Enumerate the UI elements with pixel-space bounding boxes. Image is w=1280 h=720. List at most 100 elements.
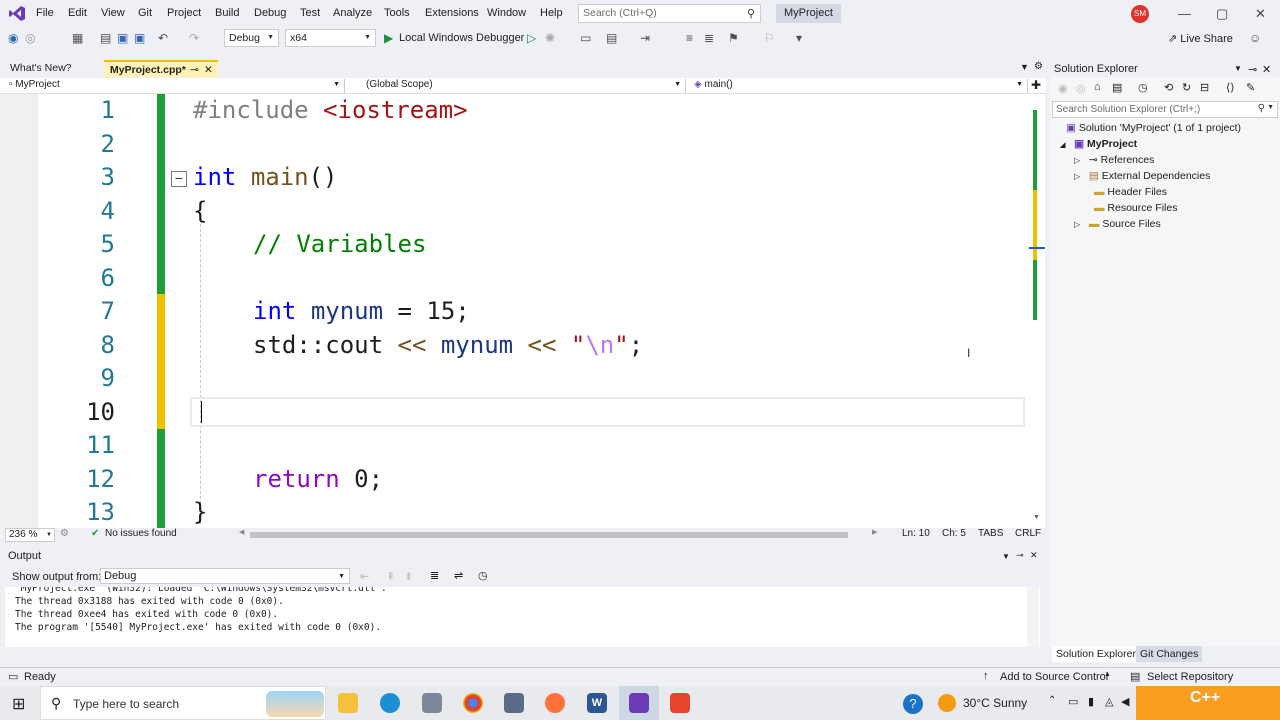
- tab-myproject-cpp[interactable]: MyProject.cpp* ⊸ ✕: [104, 60, 218, 77]
- browse-icon[interactable]: ▭: [580, 31, 591, 45]
- volume-icon[interactable]: ◀: [1121, 695, 1129, 708]
- app-icon[interactable]: [670, 693, 690, 713]
- collapse-all-icon[interactable]: ⊟: [1200, 81, 1209, 94]
- tree-item-header-files[interactable]: ▬ Header Files: [1094, 186, 1167, 198]
- outdent-icon[interactable]: ≣: [704, 31, 714, 45]
- issues-status[interactable]: No issues found: [105, 528, 177, 539]
- calculator-icon[interactable]: [504, 693, 524, 713]
- panel-options-icon[interactable]: ▼: [1234, 64, 1242, 73]
- collapse-icon[interactable]: −: [171, 171, 187, 187]
- debugger-label[interactable]: Local Windows Debugger: [399, 32, 524, 44]
- tab-overflow-icon[interactable]: ▼: [1020, 62, 1029, 72]
- menu-test[interactable]: Test: [300, 7, 320, 19]
- tabs-indicator[interactable]: TABS: [978, 528, 1003, 539]
- tree-item-source-files[interactable]: ▷ ▬ Source Files: [1074, 218, 1161, 230]
- output-text[interactable]: 'MyProject.exe' (Win32): Loaded 'C:\Wind…: [5, 587, 1040, 647]
- menu-extensions[interactable]: Extensions: [425, 7, 479, 19]
- settings-app-icon[interactable]: [422, 693, 442, 713]
- sync-icon[interactable]: ⟲: [1164, 81, 1173, 94]
- menu-view[interactable]: View: [101, 7, 125, 19]
- word-icon[interactable]: W: [587, 693, 607, 713]
- next-message-icon[interactable]: ⇟: [404, 570, 413, 583]
- save-icon[interactable]: ▣: [117, 31, 128, 45]
- bookmark-icon[interactable]: ⚑: [728, 31, 739, 45]
- output-source-dropdown[interactable]: Debug ▼: [100, 568, 350, 584]
- scroll-down-icon[interactable]: ▼: [1033, 514, 1040, 521]
- overflow-icon[interactable]: ▾: [796, 31, 802, 45]
- pin-icon[interactable]: ⊸: [1016, 550, 1024, 561]
- undo-icon[interactable]: ↶: [158, 31, 168, 45]
- menu-help[interactable]: Help: [540, 7, 563, 19]
- save-all-icon[interactable]: ▣: [134, 31, 145, 45]
- file-explorer-icon[interactable]: [338, 693, 358, 713]
- pin-icon[interactable]: ⊸: [190, 64, 199, 76]
- menu-window[interactable]: Window: [487, 7, 526, 19]
- scroll-left-icon[interactable]: ◀: [239, 528, 244, 536]
- prev-message-icon[interactable]: ⇞: [386, 570, 395, 583]
- tab-solution-explorer[interactable]: Solution Explorer: [1052, 646, 1140, 662]
- back-icon[interactable]: ◉: [8, 31, 18, 45]
- switch-views-icon[interactable]: ▤: [1112, 81, 1122, 94]
- find-message-icon[interactable]: ⇤: [360, 570, 369, 583]
- forward-icon[interactable]: ◎: [1076, 82, 1086, 95]
- eol-indicator[interactable]: CRLF: [1015, 528, 1041, 539]
- taskbar-search-box[interactable]: ⚲ Type here to search: [40, 686, 326, 720]
- forward-icon[interactable]: ◎: [25, 31, 35, 45]
- config-dropdown[interactable]: Debug ▼: [224, 29, 279, 47]
- weather-icon[interactable]: [938, 694, 956, 712]
- output-scrollbar[interactable]: [1027, 587, 1039, 647]
- vertical-scrollbar[interactable]: ▼: [1029, 94, 1045, 524]
- close-icon[interactable]: ✕: [1262, 63, 1271, 76]
- zoom-dropdown[interactable]: 236 % ▼: [5, 528, 55, 542]
- visual-studio-logo-icon[interactable]: [8, 5, 26, 22]
- split-icon[interactable]: ✚: [1031, 78, 1041, 92]
- tray-chevron-icon[interactable]: ⌃: [1048, 695, 1056, 706]
- bookmark-next-icon[interactable]: ⚐: [764, 31, 775, 45]
- menu-git[interactable]: Git: [138, 7, 152, 19]
- menu-analyze[interactable]: Analyze: [333, 7, 372, 19]
- tab-whats-new[interactable]: What's New?: [4, 60, 102, 77]
- word-wrap-icon[interactable]: ⇌: [454, 569, 463, 582]
- settings-icon[interactable]: ⚙: [1034, 61, 1043, 72]
- network-icon[interactable]: ◬: [1105, 695, 1113, 708]
- add-source-control-button[interactable]: Add to Source Control: [1000, 671, 1108, 683]
- platform-dropdown[interactable]: x64 ▼: [285, 29, 376, 47]
- clear-all-icon[interactable]: ≣: [430, 569, 439, 582]
- battery-icon[interactable]: ▮: [1088, 695, 1094, 708]
- taskbar-active-app[interactable]: [619, 686, 659, 720]
- pending-changes-icon[interactable]: ◷: [1138, 81, 1148, 94]
- avatar[interactable]: SM: [1131, 5, 1149, 23]
- redo-icon[interactable]: ↷: [189, 31, 199, 45]
- weather-text[interactable]: 30°C Sunny: [963, 696, 1027, 710]
- close-tab-icon[interactable]: ✕: [204, 64, 213, 76]
- solution-search-input[interactable]: Search Solution Explorer (Ctrl+;) ⚲ ▼: [1052, 101, 1278, 118]
- solution-node[interactable]: ▣ Solution 'MyProject' (1 of 1 project): [1066, 122, 1241, 134]
- tree-item-references[interactable]: ▷ ⊸ References: [1074, 154, 1154, 166]
- maximize-icon[interactable]: ▢: [1216, 6, 1228, 22]
- home-icon[interactable]: ⌂: [1094, 81, 1101, 93]
- start-debug-icon[interactable]: ▶: [384, 31, 393, 45]
- horizontal-scrollbar-thumb[interactable]: [250, 532, 848, 538]
- refresh-icon[interactable]: ↻: [1182, 81, 1191, 94]
- intellicode-icon[interactable]: ⚙: [60, 528, 69, 539]
- menu-project[interactable]: Project: [167, 7, 201, 19]
- scope-dropdown[interactable]: (Global Scope) ▼: [348, 79, 686, 93]
- pin-icon[interactable]: ⊸: [1248, 63, 1257, 76]
- close-icon[interactable]: ✕: [1255, 6, 1266, 22]
- menu-build[interactable]: Build: [215, 7, 239, 19]
- live-share-button[interactable]: ⇗ Live Share: [1168, 32, 1233, 45]
- edge-icon[interactable]: [380, 693, 400, 713]
- firefox-icon[interactable]: [545, 693, 565, 713]
- search-input[interactable]: Search (Ctrl+Q) ⚲: [578, 4, 761, 23]
- menu-edit[interactable]: Edit: [68, 7, 87, 19]
- open-file-icon[interactable]: ▤: [100, 31, 111, 45]
- close-icon[interactable]: ✕: [1030, 550, 1038, 561]
- select-repository-button[interactable]: Select Repository: [1147, 671, 1233, 683]
- tree-item-resource-files[interactable]: ▬ Resource Files: [1094, 202, 1177, 214]
- panel-options-icon[interactable]: ▼: [1002, 552, 1010, 561]
- show-all-files-icon[interactable]: ⟨⟩: [1226, 81, 1235, 94]
- minimize-icon[interactable]: —: [1178, 6, 1191, 21]
- chrome-icon[interactable]: [463, 693, 483, 713]
- tab-git-changes[interactable]: Git Changes: [1136, 646, 1203, 662]
- scroll-right-icon[interactable]: ▶: [872, 528, 877, 536]
